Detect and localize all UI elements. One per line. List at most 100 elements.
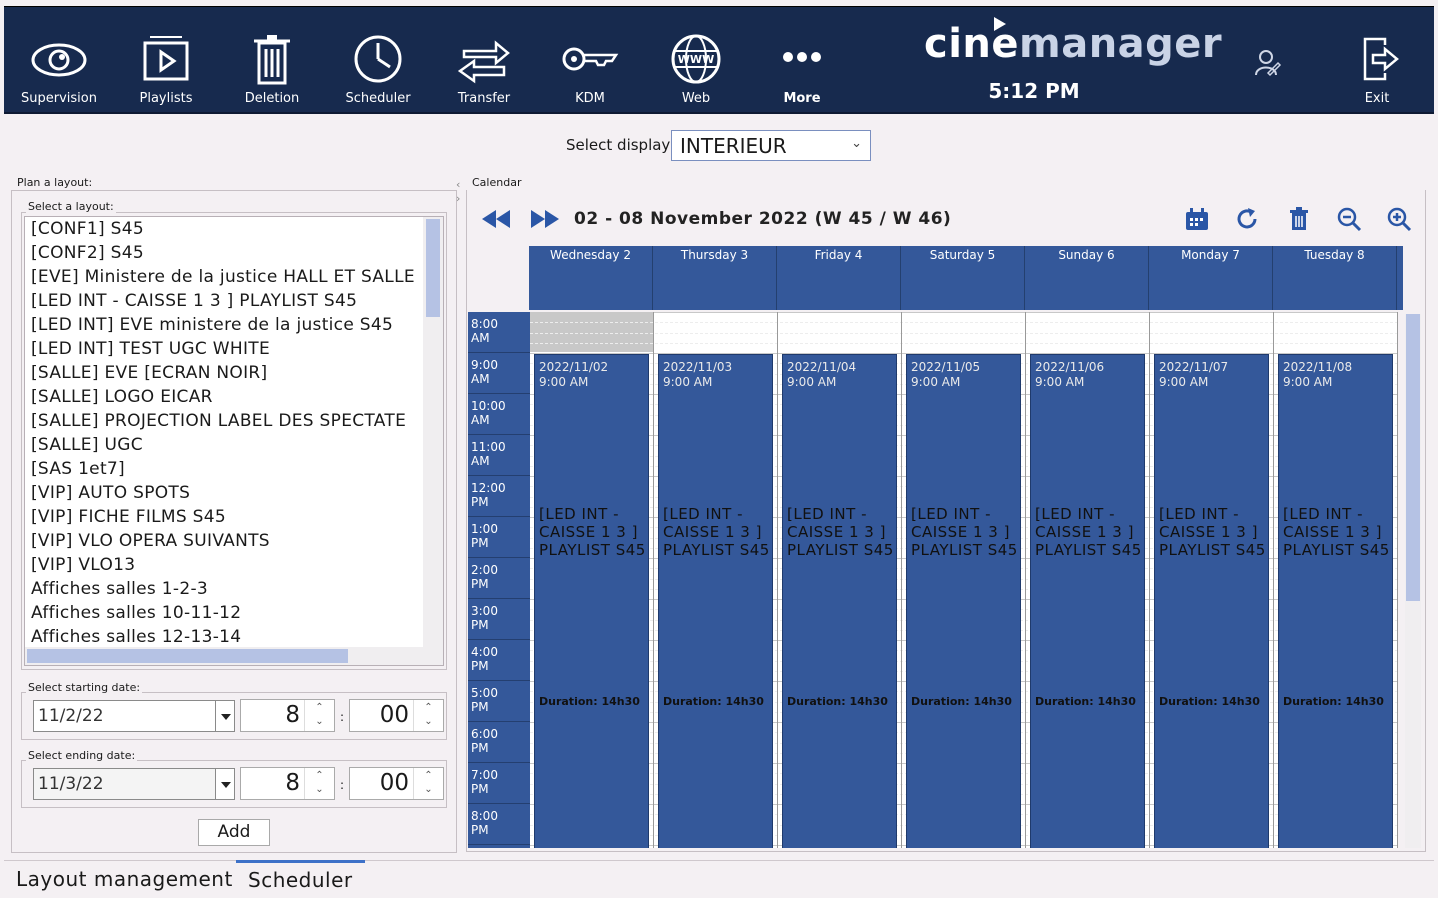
spinner-arrows-icon[interactable]: ⌃ ⌄ (413, 700, 443, 731)
previous-week-icon[interactable] (480, 208, 512, 230)
layout-list-item[interactable]: [VIP] VLO13 (25, 553, 443, 577)
layout-list-item[interactable]: [SAS 1et7] (25, 457, 443, 481)
scroll-thumb[interactable] (27, 649, 348, 663)
calendar-grid[interactable]: 2022/11/02 9:00 AM [LED INT - CAISSE 1 3 ]… (530, 312, 1398, 848)
tab-bar (4, 860, 1434, 861)
layout-list-item[interactable]: Affiches salles 10-11-12 (25, 601, 443, 625)
scheduled-event[interactable]: 2022/11/08 9:00 AM [LED INT - CAISSE 1 3 ]… (1278, 354, 1393, 848)
event-time: 9:00 AM (539, 375, 589, 389)
layout-list-item[interactable]: [SALLE] LOGO EICAR (25, 385, 443, 409)
layout-list[interactable]: [CONF1] S45 [CONF2] S45 [EVE] Ministere de… (24, 216, 444, 666)
event-datetime: 2022/11/05 9:00 AM (911, 360, 980, 390)
layout-list-item[interactable]: [CONF1] S45 (25, 217, 443, 241)
layout-list-item[interactable]: [EVE] Ministere de la justice HALL ET SA… (25, 265, 443, 289)
scheduled-event[interactable]: 2022/11/03 9:00 AM [LED INT - CAISSE 1 3 ]… (658, 354, 773, 848)
layout-list-item[interactable]: [LED INT - CAISSE 1 3 ] PLAYLIST S45 (25, 289, 443, 313)
event-datetime: 2022/11/06 9:00 AM (1035, 360, 1104, 390)
scheduled-event[interactable]: 2022/11/04 9:00 AM [LED INT - CAISSE 1 3 ]… (782, 354, 897, 848)
toolbar-supervision[interactable]: Supervision (6, 7, 112, 115)
toolbar-exit[interactable]: Exit (1324, 7, 1430, 115)
end-date-dropdown[interactable] (215, 768, 235, 800)
layout-list-hscroll[interactable] (25, 647, 443, 665)
toolbar-deletion[interactable]: Deletion (219, 7, 325, 115)
zoom-out-icon[interactable] (1336, 206, 1362, 232)
calendar-day-headers: Wednesday 2 Thursday 3 Friday 4 Saturday 5S… (529, 246, 1403, 310)
time-label: 5:00 PM (468, 681, 530, 722)
layout-list-item[interactable]: [LED INT] EVE ministere de la justice S4… (25, 313, 443, 337)
toolbar-label: Supervision (21, 91, 97, 106)
tab-layout-management[interactable]: Layout management (4, 862, 245, 896)
time-meridiem: AM (471, 413, 490, 427)
start-hour-spinner[interactable]: 8 ⌃ ⌄ (240, 699, 335, 732)
play-triangle-icon (994, 17, 1006, 31)
toolbar-label: Transfer (457, 91, 511, 106)
display-select[interactable]: INTERIEUR ⌄ (671, 130, 871, 161)
event-date: 2022/11/02 (539, 360, 609, 374)
plan-layout-legend: Plan a layout: (15, 176, 95, 189)
calendar-time-column: 8:00 AM 9:00 AM 10:00 AM 11:00 AM 12:00 PM 1:00 PM 2… (468, 312, 530, 848)
start-minute-spinner[interactable]: 00 ⌃ ⌄ (349, 699, 444, 732)
toolbar-playlists[interactable]: Playlists (113, 7, 219, 115)
zoom-in-icon[interactable] (1386, 206, 1412, 232)
calendar-date-icon[interactable] (1184, 206, 1210, 232)
start-date-input[interactable]: 11/2/22 (33, 700, 216, 732)
event-title: [LED INT - CAISSE 1 3 ] PLAYLIST S45 (1283, 505, 1390, 559)
end-hour-spinner[interactable]: 8 ⌃ ⌄ (240, 767, 335, 800)
toolbar-scheduler[interactable]: Scheduler (325, 7, 431, 115)
end-minute-spinner[interactable]: 00 ⌃ ⌄ (349, 767, 444, 800)
cinemanager-logo: cinemanager (924, 17, 1222, 75)
layout-list-item[interactable]: [LED INT] TEST UGC WHITE (25, 337, 443, 361)
toolbar-transfer[interactable]: Transfer (431, 7, 537, 115)
tab-scheduler[interactable]: Scheduler (236, 860, 365, 894)
layout-list-item[interactable]: Affiches salles 12-13-14 (25, 625, 443, 649)
toolbar-kdm[interactable]: KDM (537, 7, 643, 115)
globe-icon: WWW (671, 34, 721, 84)
time-meridiem: PM (471, 741, 489, 755)
refresh-icon[interactable] (1234, 206, 1260, 232)
spinner-arrows-icon[interactable]: ⌃ ⌄ (304, 768, 334, 799)
delete-icon[interactable] (1286, 206, 1312, 232)
layout-list-item[interactable]: [SALLE] PROJECTION LABEL DES SPECTATE (25, 409, 443, 433)
layout-list-item[interactable]: [SALLE] UGC (25, 433, 443, 457)
end-date-input[interactable]: 11/3/22 (33, 768, 216, 800)
scheduled-event[interactable]: 2022/11/06 9:00 AM [LED INT - CAISSE 1 3 ]… (1030, 354, 1145, 848)
scroll-thumb[interactable] (426, 219, 440, 317)
spinner-arrows-icon[interactable]: ⌃ ⌄ (413, 768, 443, 799)
start-date-dropdown[interactable] (215, 700, 235, 732)
event-time: 9:00 AM (663, 375, 713, 389)
event-title: [LED INT - CAISSE 1 3 ] PLAYLIST S45 (911, 505, 1018, 559)
day-header: Wednesday 2 (529, 246, 653, 310)
event-datetime: 2022/11/08 9:00 AM (1283, 360, 1352, 390)
time-meridiem: PM (471, 618, 489, 632)
toolbar-more[interactable]: More (749, 7, 855, 115)
scheduled-event[interactable]: 2022/11/02 9:00 AM [LED INT - CAISSE 1 3 ]… (534, 354, 649, 848)
time-meridiem: AM (471, 454, 490, 468)
scheduled-event[interactable]: 2022/11/07 9:00 AM [LED INT - CAISSE 1 3 ]… (1154, 354, 1269, 848)
add-button[interactable]: Add (198, 819, 270, 846)
event-duration: Duration: 14h30 (911, 695, 1012, 708)
toolbar-web[interactable]: WWW Web (643, 7, 749, 115)
time-hour: 11:00 (471, 440, 506, 454)
scheduled-event[interactable]: 2022/11/05 9:00 AM [LED INT - CAISSE 1 3 ]… (906, 354, 1021, 848)
layout-list-item[interactable]: [SALLE] EVE [ECRAN NOIR] (25, 361, 443, 385)
user-icon[interactable] (1254, 47, 1282, 79)
time-label: 12:00 PM (468, 476, 530, 517)
layout-list-item[interactable]: [VIP] VLO OPERA SUIVANTS (25, 529, 443, 553)
event-date: 2022/11/07 (1159, 360, 1229, 374)
top-toolbar: Supervision Playlists Deletion Scheduler… (4, 6, 1434, 114)
panel-collapse-handle[interactable]: ‹ › (456, 178, 466, 206)
layout-list-item[interactable]: [CONF2] S45 (25, 241, 443, 265)
layout-list-item[interactable]: Affiches salles 1-2-3 (25, 577, 443, 601)
layout-list-item[interactable]: [VIP] FICHE FILMS S45 (25, 505, 443, 529)
event-date: 2022/11/06 (1035, 360, 1105, 374)
layout-list-item[interactable]: [VIP] AUTO SPOTS (25, 481, 443, 505)
scroll-thumb[interactable] (1406, 314, 1420, 601)
toolbar-label: Playlists (139, 91, 193, 106)
time-meridiem: PM (471, 495, 489, 509)
next-week-icon[interactable] (529, 208, 561, 230)
spinner-arrows-icon[interactable]: ⌃ ⌄ (304, 700, 334, 731)
eye-icon (31, 43, 87, 77)
layout-list-vscroll[interactable] (423, 217, 443, 649)
calendar-vscroll[interactable] (1405, 314, 1421, 848)
calendar-legend: Calendar (470, 176, 524, 189)
